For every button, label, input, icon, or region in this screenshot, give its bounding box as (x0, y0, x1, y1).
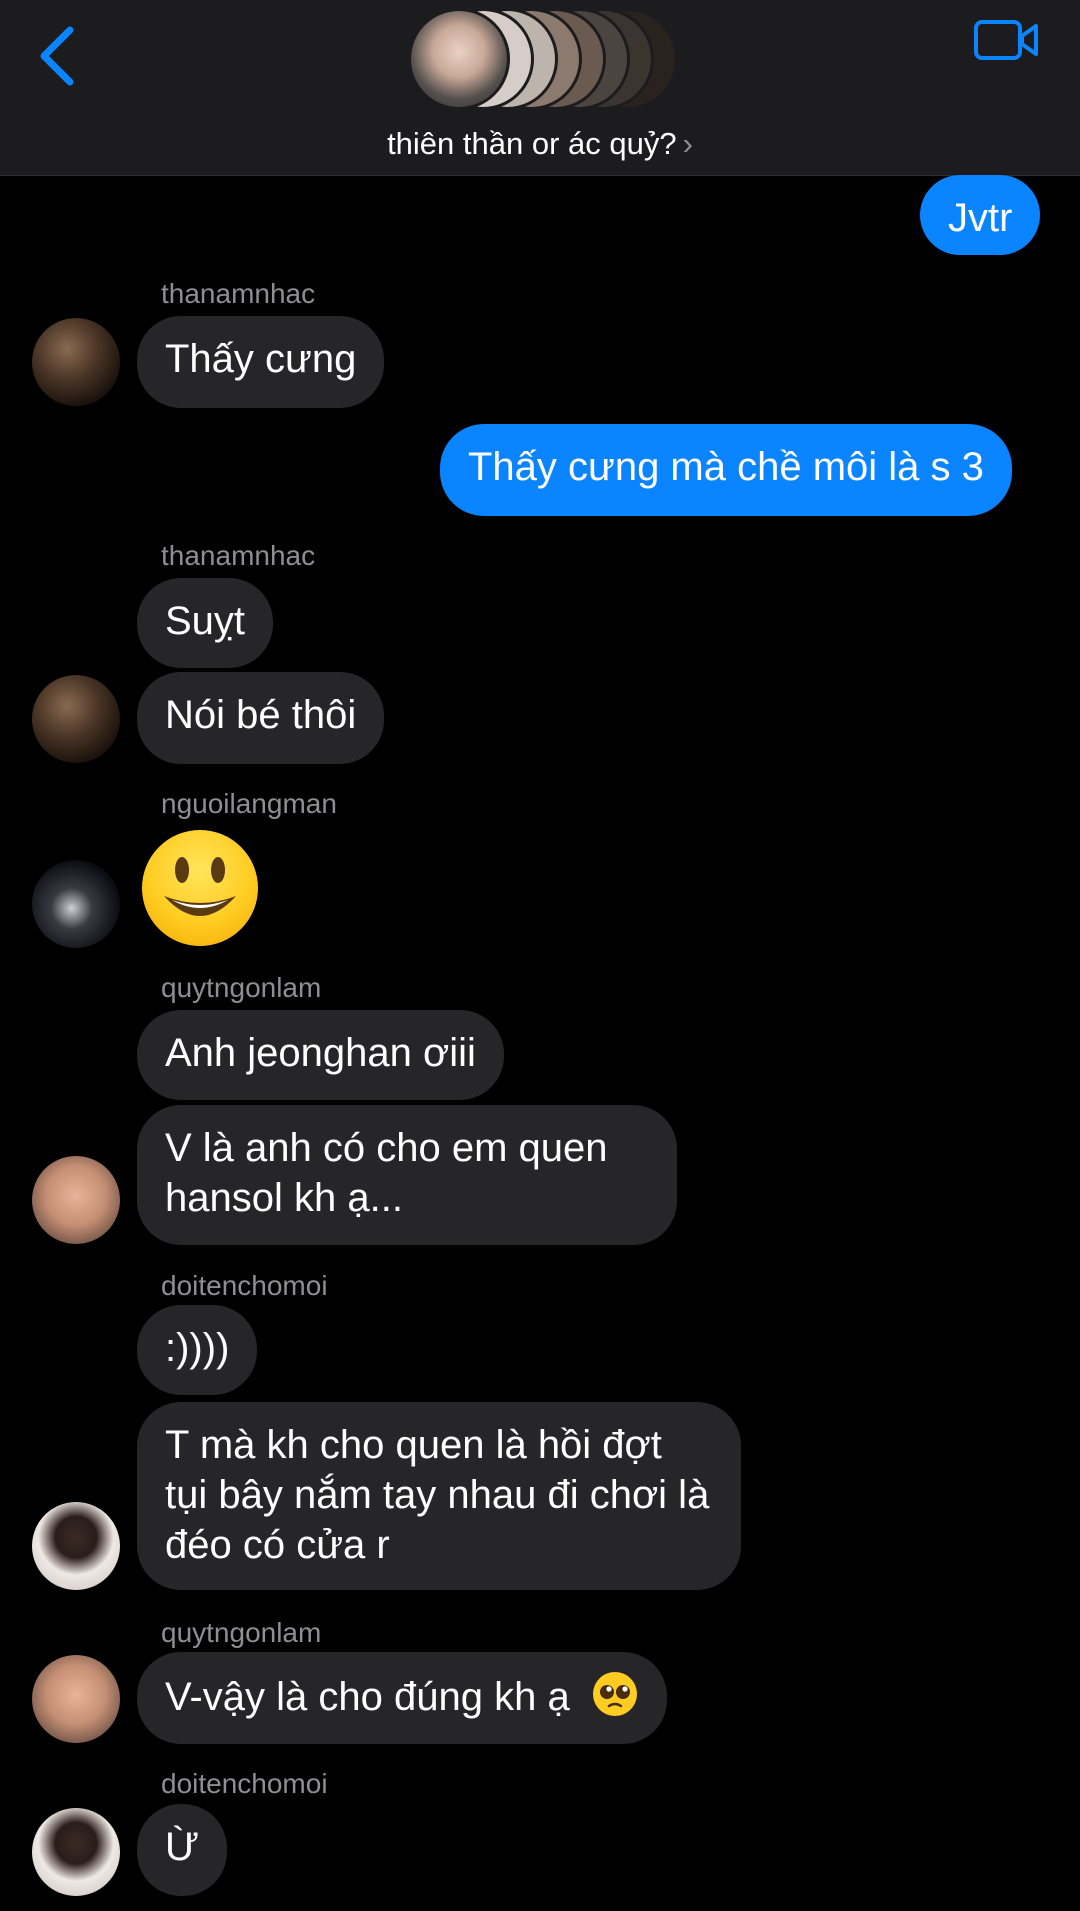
video-camera-icon (974, 20, 1038, 60)
message-text: V-vậy là cho đúng kh ạ (165, 1675, 570, 1719)
pleading-face-emoji-icon (592, 1672, 637, 1716)
incoming-message[interactable]: Nói bé thôi (137, 672, 385, 764)
sender-name: nguoilangman (161, 788, 337, 819)
sender-name: doitenchomoi (161, 1270, 328, 1301)
incoming-message[interactable]: Suỵt (137, 578, 274, 668)
avatar[interactable] (32, 675, 120, 763)
sender-name: quytngonlam (161, 972, 322, 1003)
back-button[interactable] (30, 10, 90, 90)
group-title-text: thiên thần or ác quỷ? (387, 126, 677, 161)
incoming-message[interactable]: Anh jeonghan ơiii (137, 1010, 504, 1100)
incoming-message[interactable]: T mà kh cho quen là hồi đợt tụi bây nắm … (137, 1402, 741, 1590)
sender-name: thanamnhac (161, 278, 316, 309)
avatar[interactable] (32, 1502, 120, 1590)
incoming-message[interactable]: V là anh có cho em quen hansol kh ạ... (137, 1105, 677, 1245)
outgoing-message[interactable]: Jvtr (920, 175, 1041, 255)
sender-name: doitenchomoi (161, 1768, 328, 1799)
avatar[interactable] (32, 860, 120, 948)
smiley-emoji-message[interactable] (142, 830, 258, 946)
group-title[interactable]: thiên thần or ác quỷ? › (0, 126, 1080, 162)
sender-name: quytngonlam (161, 1617, 322, 1648)
group-avatar-stack[interactable] (408, 8, 678, 114)
avatar[interactable] (32, 1156, 120, 1244)
avatar[interactable] (32, 1655, 120, 1743)
smiley-face-icon (164, 857, 236, 916)
incoming-message[interactable]: Ừ (137, 1804, 228, 1896)
chevron-left-icon (40, 26, 74, 86)
sender-name: thanamnhac (161, 540, 316, 571)
group-avatar-main (408, 8, 510, 110)
incoming-message[interactable]: :)))) (137, 1305, 258, 1395)
incoming-message[interactable]: V-vậy là cho đúng kh ạ (137, 1652, 667, 1744)
avatar[interactable] (32, 1808, 120, 1896)
avatar[interactable] (32, 318, 120, 406)
chevron-right-icon: › (682, 126, 693, 161)
outgoing-message[interactable]: Thấy cưng mà chề môi là s 3 (440, 424, 1012, 516)
incoming-message[interactable]: Thấy cưng (137, 316, 385, 408)
chat-header: thiên thần or ác quỷ? › (0, 0, 1080, 176)
video-call-button[interactable] (972, 14, 1042, 66)
